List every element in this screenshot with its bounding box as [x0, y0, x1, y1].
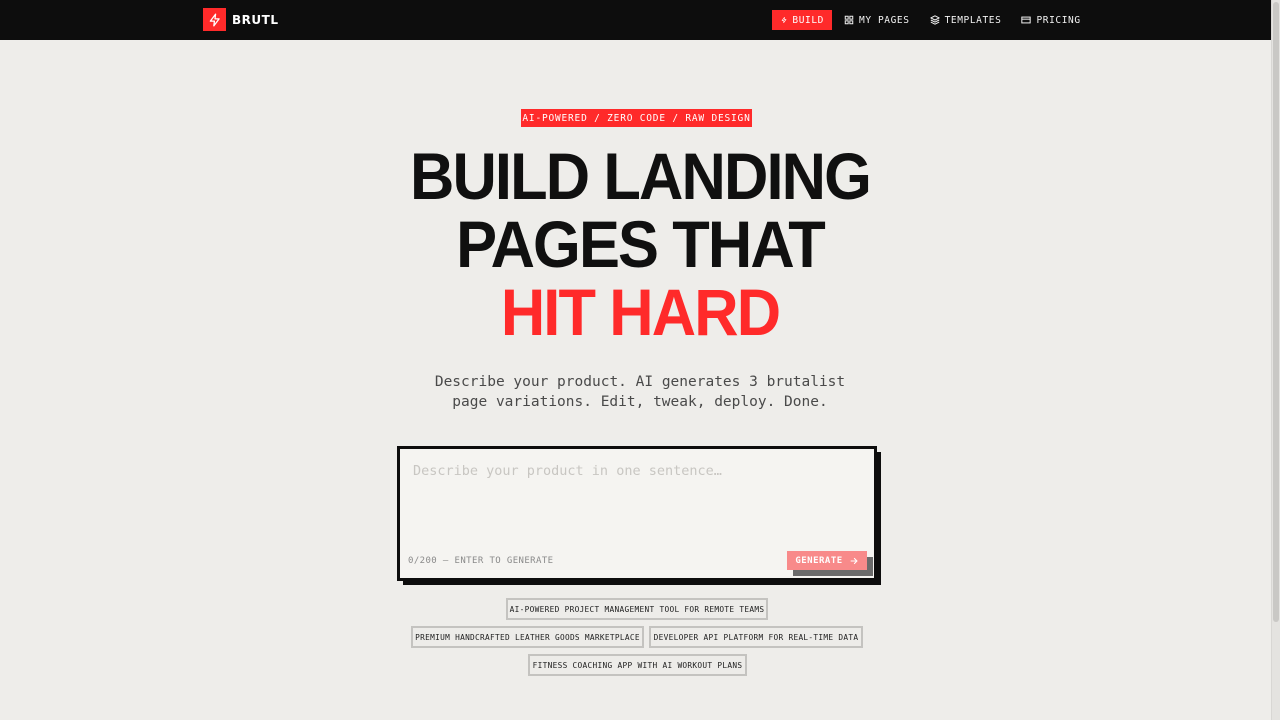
- grid-icon: [844, 15, 854, 25]
- suggestion-chip[interactable]: AI-POWERED PROJECT MANAGEMENT TOOL FOR R…: [506, 598, 768, 620]
- top-nav: BRUTL BUILD MY PAGES TEMPLATES PRICING: [0, 0, 1280, 40]
- layers-icon: [929, 15, 940, 25]
- page-scrollbar[interactable]: [1271, 0, 1280, 720]
- bolt-logo-icon: [203, 8, 226, 31]
- nav-pricing[interactable]: PRICING: [1013, 10, 1088, 30]
- brand[interactable]: BRUTL: [203, 8, 278, 31]
- product-description-input[interactable]: [413, 463, 863, 533]
- nav-pricing-label: PRICING: [1036, 14, 1081, 26]
- arrow-right-icon: [850, 557, 858, 564]
- subtitle-line-1: Describe your product. AI generates 3 br…: [434, 374, 846, 390]
- nav-links: BUILD MY PAGES TEMPLATES PRICING: [772, 10, 1093, 30]
- nav-my-pages-label: MY PAGES: [859, 14, 910, 26]
- nav-templates-label: TEMPLATES: [944, 14, 1002, 26]
- nav-build-label: BUILD: [792, 14, 824, 26]
- suggestion-chip[interactable]: DEVELOPER API PLATFORM FOR REAL-TIME DAT…: [649, 626, 863, 648]
- suggestion-chip[interactable]: PREMIUM HANDCRAFTED LEATHER GOODS MARKET…: [411, 626, 644, 648]
- headline-line-1: BUILD LANDING: [409, 139, 872, 213]
- generate-button-label: GENERATE: [795, 555, 843, 566]
- character-counter: 0/200 — ENTER TO GENERATE: [408, 556, 554, 566]
- nav-my-pages[interactable]: MY PAGES: [836, 10, 918, 30]
- nav-build[interactable]: BUILD: [772, 10, 832, 30]
- hero-badge: AI-POWERED / ZERO CODE / RAW DESIGN: [521, 109, 752, 127]
- headline-line-2: PAGES THAT: [456, 207, 826, 281]
- hero-subtitle: Describe your product. AI generates 3 br…: [390, 372, 890, 412]
- prompt-box: 0/200 — ENTER TO GENERATE GENERATE: [397, 446, 877, 581]
- subtitle-line-2: page variations. Edit, tweak, deploy. Do…: [452, 394, 828, 410]
- generate-button[interactable]: GENERATE: [787, 551, 867, 570]
- headline-accent: HIT HARD: [500, 275, 781, 349]
- nav-templates[interactable]: TEMPLATES: [922, 10, 1010, 30]
- brand-name: BRUTL: [232, 12, 279, 27]
- bolt-icon: [781, 17, 787, 23]
- hero-headline: BUILD LANDING PAGES THAT HIT HARD: [361, 142, 919, 346]
- suggestion-chip[interactable]: FITNESS COACHING APP WITH AI WORKOUT PLA…: [528, 654, 747, 676]
- card-icon: [1021, 16, 1032, 24]
- scrollbar-thumb[interactable]: [1273, 2, 1279, 622]
